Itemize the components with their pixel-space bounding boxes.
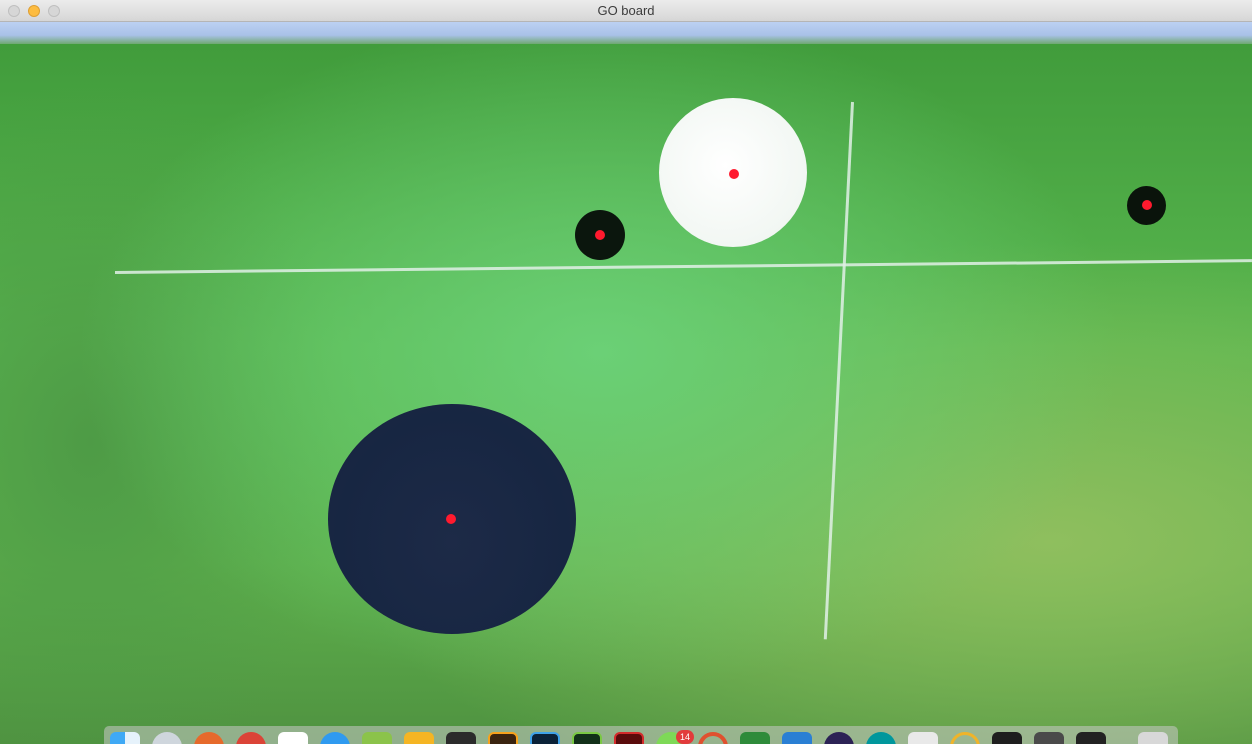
window-title: GO board	[597, 3, 655, 18]
android-studio-icon[interactable]	[362, 732, 392, 744]
safari-icon[interactable]	[152, 732, 182, 744]
app-window: GO board 14	[0, 0, 1252, 744]
tool-icon[interactable]	[404, 732, 434, 744]
screen-bezel	[0, 22, 1252, 44]
swift-icon[interactable]	[698, 732, 728, 744]
detection-marker	[1142, 200, 1152, 210]
app-store-icon[interactable]	[320, 732, 350, 744]
finder-icon[interactable]	[110, 732, 140, 744]
arduino-icon[interactable]	[866, 732, 896, 744]
excel-icon[interactable]	[740, 732, 770, 744]
dock	[104, 726, 1178, 744]
flash-icon[interactable]	[614, 732, 644, 744]
detection-marker	[446, 514, 456, 524]
detection-marker	[595, 230, 605, 240]
word-icon[interactable]	[782, 732, 812, 744]
detection-marker	[729, 169, 739, 179]
activity-monitor-icon[interactable]	[446, 732, 476, 744]
console-icon[interactable]	[1076, 732, 1106, 744]
preview-icon[interactable]	[908, 732, 938, 744]
camera-feed	[0, 22, 1252, 744]
messages-badge: 14	[676, 730, 694, 744]
trash-icon[interactable]	[1138, 732, 1168, 744]
sublime-text-icon[interactable]	[1034, 732, 1064, 744]
keychain-icon[interactable]	[950, 732, 980, 744]
illustrator-icon[interactable]	[488, 732, 518, 744]
dreamweaver-icon[interactable]	[572, 732, 602, 744]
firefox-icon[interactable]	[194, 732, 224, 744]
title-bar[interactable]: GO board	[0, 0, 1252, 22]
calendar-icon[interactable]	[278, 732, 308, 744]
terminal-icon[interactable]	[992, 732, 1022, 744]
photoshop-icon[interactable]	[530, 732, 560, 744]
eclipse-icon[interactable]	[824, 732, 854, 744]
chrome-icon[interactable]	[236, 732, 266, 744]
